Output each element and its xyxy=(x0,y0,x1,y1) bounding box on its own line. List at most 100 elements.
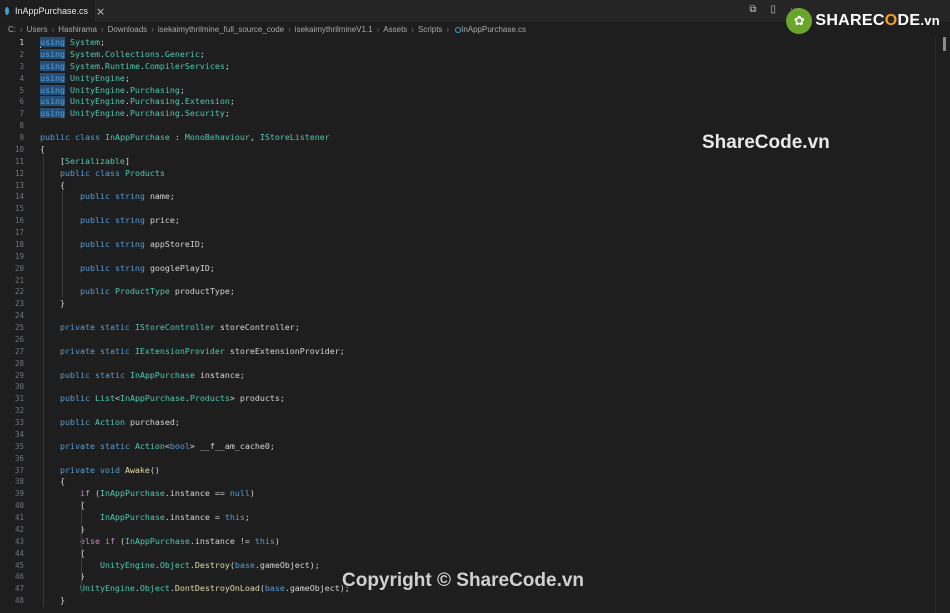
line-number: 31 xyxy=(14,394,24,404)
line-number: 4 xyxy=(19,73,24,83)
code-text: using UnityEngine.Purchasing; xyxy=(40,84,185,95)
indent-guide xyxy=(81,559,82,572)
breadcrumb-separator: › xyxy=(100,25,104,34)
scrollbar-thumb[interactable] xyxy=(943,37,946,51)
code-line[interactable]: 6 using UnityEngine.Purchasing.Extension; xyxy=(0,96,950,108)
split-editor-icon[interactable]: ⧉ xyxy=(749,4,756,15)
code-line[interactable]: 26 xyxy=(0,334,950,346)
code-line[interactable]: 32 xyxy=(0,405,950,417)
tab-inapppurchase[interactable]: InAppPurchase.cs × xyxy=(0,0,105,22)
line-number: 34 xyxy=(14,429,24,439)
breadcrumb-item[interactable]: isekaimythrilmineV1.1 xyxy=(291,25,373,34)
code-line[interactable]: 2 using System.Collections.Generic; xyxy=(0,48,950,61)
code-line[interactable]: 13 { xyxy=(0,180,950,192)
line-number: 41 xyxy=(14,513,24,522)
line-number: 36 xyxy=(14,453,24,463)
breadcrumb-item[interactable]: Users xyxy=(23,25,48,34)
code-editor[interactable]: 1 using System; 2 using System.Collections.… xyxy=(0,37,950,613)
code-line[interactable]: 28 xyxy=(0,358,950,370)
code-line[interactable]: 19 xyxy=(0,251,950,263)
code-line[interactable]: 24 xyxy=(0,310,950,322)
breadcrumb-item[interactable]: isekaimythrilmine_full_source_code xyxy=(154,25,284,34)
breadcrumb-item[interactable]: Hashirama xyxy=(54,25,97,34)
line-number: 2 xyxy=(19,49,24,59)
tab-label: InAppPurchase.cs xyxy=(15,6,89,16)
indent-guide xyxy=(81,512,82,525)
code-line[interactable]: 35 private static Action<bool> __f__am_c… xyxy=(0,441,950,453)
code-line[interactable]: 3 using System.Runtime.CompilerServices; xyxy=(0,60,950,73)
line-number: 43 xyxy=(14,536,24,546)
line-number: 18 xyxy=(14,239,24,249)
code-line[interactable]: 27 private static IExtensionProvider sto… xyxy=(0,346,950,358)
breadcrumb: C: › Users › Hashirama › Downloads › isekaimythr… xyxy=(0,4,950,37)
code-line[interactable]: 31 public List<InAppPurchase.Products> p… xyxy=(0,393,950,405)
breadcrumb-item[interactable]: InAppPurchase.cs xyxy=(457,25,526,34)
code-line[interactable]: 34 xyxy=(0,429,950,441)
code-line[interactable]: 16 public string price; xyxy=(0,215,950,227)
code-line[interactable]: 36 xyxy=(0,453,950,465)
code-line[interactable]: 22 public ProductType productType; xyxy=(0,286,950,298)
code-line[interactable]: 12 public class Products xyxy=(0,168,950,180)
code-line[interactable]: 41 InAppPurchase.instance = this; xyxy=(0,512,950,524)
breadcrumb-separator: › xyxy=(20,25,23,34)
breadcrumb-item[interactable]: Scripts xyxy=(414,25,442,34)
line-number: 46 xyxy=(14,572,24,582)
code-text: using UnityEngine.Purchasing.Extension; xyxy=(40,96,235,107)
code-text: private void Awake() xyxy=(59,464,160,475)
code-line[interactable]: 5 using UnityEngine.Purchasing; xyxy=(0,84,950,97)
line-number: 1 xyxy=(19,38,24,47)
code-line[interactable]: 18 public string appStoreID; xyxy=(0,239,950,251)
code-line[interactable]: 43 else if (InAppPurchase.instance != th… xyxy=(0,536,950,548)
more-actions-icon[interactable]: ⋯ xyxy=(790,4,800,15)
code-line[interactable]: 17 xyxy=(0,227,950,239)
code-line[interactable]: 7 using UnityEngine.Purchasing.Security; xyxy=(0,108,950,120)
code-line[interactable]: 40 { xyxy=(0,500,950,512)
code-line[interactable]: 38 { xyxy=(0,476,950,488)
code-text: using System.Runtime.CompilerServices; xyxy=(40,60,230,71)
code-line[interactable]: 11 [Serializable] xyxy=(0,156,950,168)
line-number: 14 xyxy=(14,192,24,202)
code-line[interactable]: 14 public string name; xyxy=(0,191,950,203)
code-text: public List<InAppPurchase.Products> prod… xyxy=(59,393,285,404)
code-line[interactable]: 39 if (InAppPurchase.instance == null) xyxy=(0,488,950,500)
code-line[interactable]: 23 } xyxy=(0,298,950,310)
vertical-scrollbar[interactable] xyxy=(935,37,950,613)
line-number: 23 xyxy=(14,299,24,309)
code-text: } xyxy=(40,571,85,582)
code-line[interactable]: 29 public static InAppPurchase instance; xyxy=(0,370,950,382)
code-line[interactable]: 30 xyxy=(0,381,950,393)
code-line[interactable]: 48 } xyxy=(0,595,950,607)
line-number: 47 xyxy=(14,584,24,594)
line-number: 20 xyxy=(14,263,24,273)
code-text: private static IExtensionProvider storeE… xyxy=(59,345,345,356)
code-text: public Action purchased; xyxy=(59,417,180,427)
code-text: public class InAppPurchase : MonoBehavio… xyxy=(40,132,330,142)
code-line[interactable]: 44 { xyxy=(0,548,950,560)
code-text: using System; xyxy=(40,37,105,48)
line-number: 28 xyxy=(14,358,24,368)
line-number: 32 xyxy=(14,406,24,416)
toggle-layout-icon[interactable]: ▯ xyxy=(770,4,776,15)
line-number: 25 xyxy=(14,323,24,332)
code-line[interactable]: 37 private void Awake() xyxy=(0,465,950,477)
breadcrumb-item[interactable]: Downloads xyxy=(104,25,148,34)
breadcrumb-item[interactable]: Assets xyxy=(379,25,407,34)
code-line[interactable]: 1 using System; xyxy=(0,37,950,49)
code-line[interactable]: 42 } xyxy=(0,524,950,536)
line-number: 24 xyxy=(14,311,24,321)
code-line[interactable]: 20 public string googlePlayID; xyxy=(0,263,950,275)
line-number: 35 xyxy=(14,441,24,451)
code-line[interactable]: 4 using UnityEngine; xyxy=(0,72,950,85)
line-number: 7 xyxy=(19,109,24,119)
line-number: 11 xyxy=(14,156,24,166)
close-icon[interactable]: × xyxy=(96,6,105,17)
code-line[interactable]: 25 private static IStoreController store… xyxy=(0,322,950,334)
code-line[interactable]: 33 public Action purchased; xyxy=(0,417,950,429)
code-text: private static Action<bool> __f__am_cach… xyxy=(59,440,275,451)
code-line[interactable]: 8 xyxy=(0,120,950,132)
line-number: 21 xyxy=(14,275,24,285)
code-line[interactable]: 21 xyxy=(0,275,950,287)
breadcrumb-item[interactable]: C: xyxy=(0,25,16,34)
code-line[interactable]: 15 xyxy=(0,203,950,215)
code-text: { xyxy=(40,143,45,154)
